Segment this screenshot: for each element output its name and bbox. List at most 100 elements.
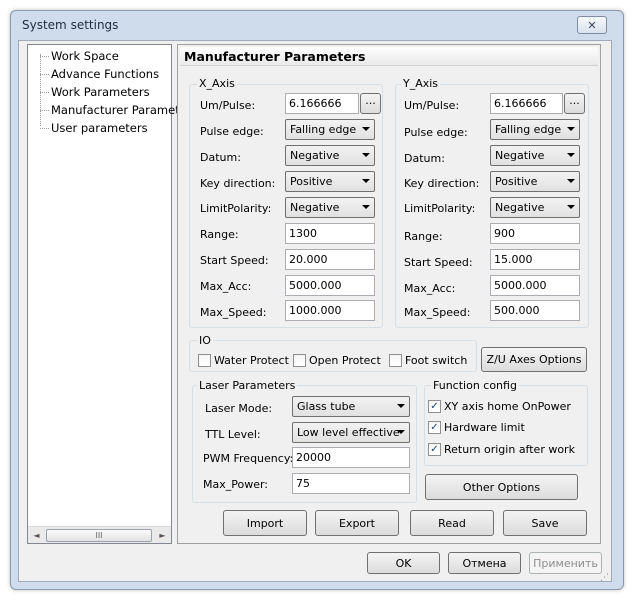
- x-range-label: Range:: [200, 228, 239, 241]
- tree-item-label: Work Space: [51, 49, 119, 63]
- y-start-speed-label: Start Speed:: [404, 256, 473, 269]
- settings-tree[interactable]: Work Space Advance Functions Work Parame…: [27, 44, 180, 544]
- y-datum-label: Datum:: [404, 152, 445, 165]
- return-origin-checkbox[interactable]: ✓: [428, 443, 441, 456]
- import-button[interactable]: Import: [223, 510, 307, 536]
- close-button[interactable]: ✕: [577, 16, 607, 34]
- x-um-pulse-label: Um/Pulse:: [200, 99, 256, 112]
- ttl-level-label: TTL Level:: [205, 428, 261, 441]
- x-key-direction-label: Key direction:: [200, 177, 276, 190]
- function-config-title: Function config: [431, 379, 519, 392]
- xy-home-label: XY axis home OnPower: [444, 400, 571, 413]
- resize-grip-icon[interactable]: ⋰: [600, 572, 612, 584]
- y-max-acc-input[interactable]: 5000.000: [490, 275, 580, 296]
- chevron-down-icon: [567, 153, 575, 157]
- x-range-input[interactable]: 1300: [285, 223, 375, 244]
- x-max-acc-label: Max_Acc:: [200, 280, 252, 293]
- tree-horizontal-scrollbar[interactable]: ◄ III ►: [28, 526, 171, 543]
- tree-item-label: Manufacturer Paramet: [51, 103, 180, 117]
- water-protect-label: Water Protect: [214, 354, 289, 367]
- x-start-speed-label: Start Speed:: [200, 254, 269, 267]
- ttl-level-value: Low level effective: [297, 426, 400, 439]
- chevron-down-icon: [362, 127, 370, 131]
- y-um-pulse-input[interactable]: 6.166666: [490, 93, 563, 114]
- scroll-thumb[interactable]: III: [46, 529, 152, 542]
- x-um-pulse-browse-button[interactable]: ...: [360, 93, 381, 114]
- y-datum-value: Negative: [495, 149, 545, 162]
- y-datum-select[interactable]: Negative: [490, 145, 580, 166]
- read-button[interactable]: Read: [410, 510, 494, 536]
- y-start-speed-input[interactable]: 15.000: [490, 249, 580, 270]
- x-limit-polarity-value: Negative: [290, 201, 340, 214]
- laser-mode-value: Glass tube: [297, 400, 356, 413]
- tree-item-label: Work Parameters: [51, 85, 150, 99]
- y-um-pulse-label: Um/Pulse:: [404, 99, 460, 112]
- x-limit-polarity-select[interactable]: Negative: [285, 197, 375, 218]
- chevron-down-icon: [362, 205, 370, 209]
- x-start-speed-input[interactable]: 20.000: [285, 249, 375, 270]
- io-title: IO: [197, 334, 213, 347]
- hardware-limit-checkbox[interactable]: ✓: [428, 421, 441, 434]
- other-options-button[interactable]: Other Options: [425, 474, 578, 500]
- scroll-left-icon[interactable]: ◄: [28, 527, 45, 544]
- chevron-down-icon: [567, 179, 575, 183]
- window-title: System settings: [22, 18, 119, 32]
- x-max-speed-label: Max_Speed:: [200, 306, 267, 319]
- foot-switch-checkbox[interactable]: [389, 354, 402, 367]
- x-datum-value: Negative: [290, 149, 340, 162]
- panel-title: Manufacturer Parameters: [180, 47, 598, 66]
- scroll-right-icon[interactable]: ►: [154, 527, 171, 544]
- y-axis-title: Y_Axis: [401, 77, 441, 90]
- zu-axes-options-button[interactable]: Z/U Axes Options: [481, 347, 587, 372]
- export-button[interactable]: Export: [315, 510, 399, 536]
- x-datum-select[interactable]: Negative: [285, 145, 375, 166]
- y-limit-polarity-select[interactable]: Negative: [490, 197, 580, 218]
- tree-item-label: Advance Functions: [51, 67, 160, 81]
- ok-button[interactable]: OK: [367, 552, 440, 574]
- chevron-down-icon: [567, 205, 575, 209]
- max-power-label: Max_Power:: [203, 478, 269, 491]
- x-key-direction-select[interactable]: Positive: [285, 171, 375, 192]
- y-pulse-edge-select[interactable]: Falling edge: [490, 119, 580, 140]
- y-key-direction-label: Key direction:: [404, 177, 480, 190]
- return-origin-label: Return origin after work: [444, 443, 575, 456]
- x-datum-label: Datum:: [200, 151, 241, 164]
- x-axis-title: X_Axis: [197, 77, 237, 90]
- y-pulse-edge-label: Pulse edge:: [404, 126, 468, 139]
- y-max-speed-input[interactable]: 500.000: [490, 300, 580, 321]
- y-key-direction-select[interactable]: Positive: [490, 171, 580, 192]
- y-range-input[interactable]: 900: [490, 223, 580, 244]
- y-pulse-edge-value: Falling edge: [495, 123, 562, 136]
- chevron-down-icon: [362, 153, 370, 157]
- y-limit-polarity-label: LimitPolarity:: [404, 202, 476, 215]
- save-button[interactable]: Save: [503, 510, 587, 536]
- tree-item-label: User parameters: [51, 121, 148, 135]
- apply-button[interactable]: Применить: [529, 552, 602, 574]
- ttl-level-select[interactable]: Low level effective: [292, 422, 410, 443]
- open-protect-checkbox[interactable]: [293, 354, 306, 367]
- chevron-down-icon: [362, 179, 370, 183]
- x-pulse-edge-select[interactable]: Falling edge: [285, 119, 375, 140]
- y-range-label: Range:: [404, 230, 443, 243]
- chevron-down-icon: [397, 430, 405, 434]
- x-um-pulse-input[interactable]: 6.166666: [285, 93, 359, 114]
- x-pulse-edge-label: Pulse edge:: [200, 125, 264, 138]
- laser-mode-select[interactable]: Glass tube: [292, 396, 410, 417]
- pwm-frequency-input[interactable]: 20000: [292, 447, 410, 468]
- max-power-input[interactable]: 75: [292, 473, 410, 494]
- pwm-frequency-label: PWM Frequency:: [203, 452, 294, 465]
- tree-item-manufacturer-parameters[interactable]: Manufacturer Paramet: [40, 102, 180, 118]
- y-max-speed-label: Max_Speed:: [404, 306, 471, 319]
- x-max-acc-input[interactable]: 5000.000: [285, 275, 375, 296]
- chevron-down-icon: [397, 404, 405, 408]
- x-limit-polarity-label: LimitPolarity:: [200, 202, 272, 215]
- cancel-button[interactable]: Отмена: [448, 552, 521, 574]
- laser-parameters-title: Laser Parameters: [197, 379, 298, 392]
- y-um-pulse-browse-button[interactable]: ...: [564, 93, 585, 114]
- water-protect-checkbox[interactable]: [198, 354, 211, 367]
- xy-home-checkbox[interactable]: ✓: [428, 400, 441, 413]
- chevron-down-icon: [567, 127, 575, 131]
- x-max-speed-input[interactable]: 1000.000: [285, 300, 375, 321]
- laser-mode-label: Laser Mode:: [205, 402, 273, 415]
- close-icon: ✕: [587, 18, 597, 32]
